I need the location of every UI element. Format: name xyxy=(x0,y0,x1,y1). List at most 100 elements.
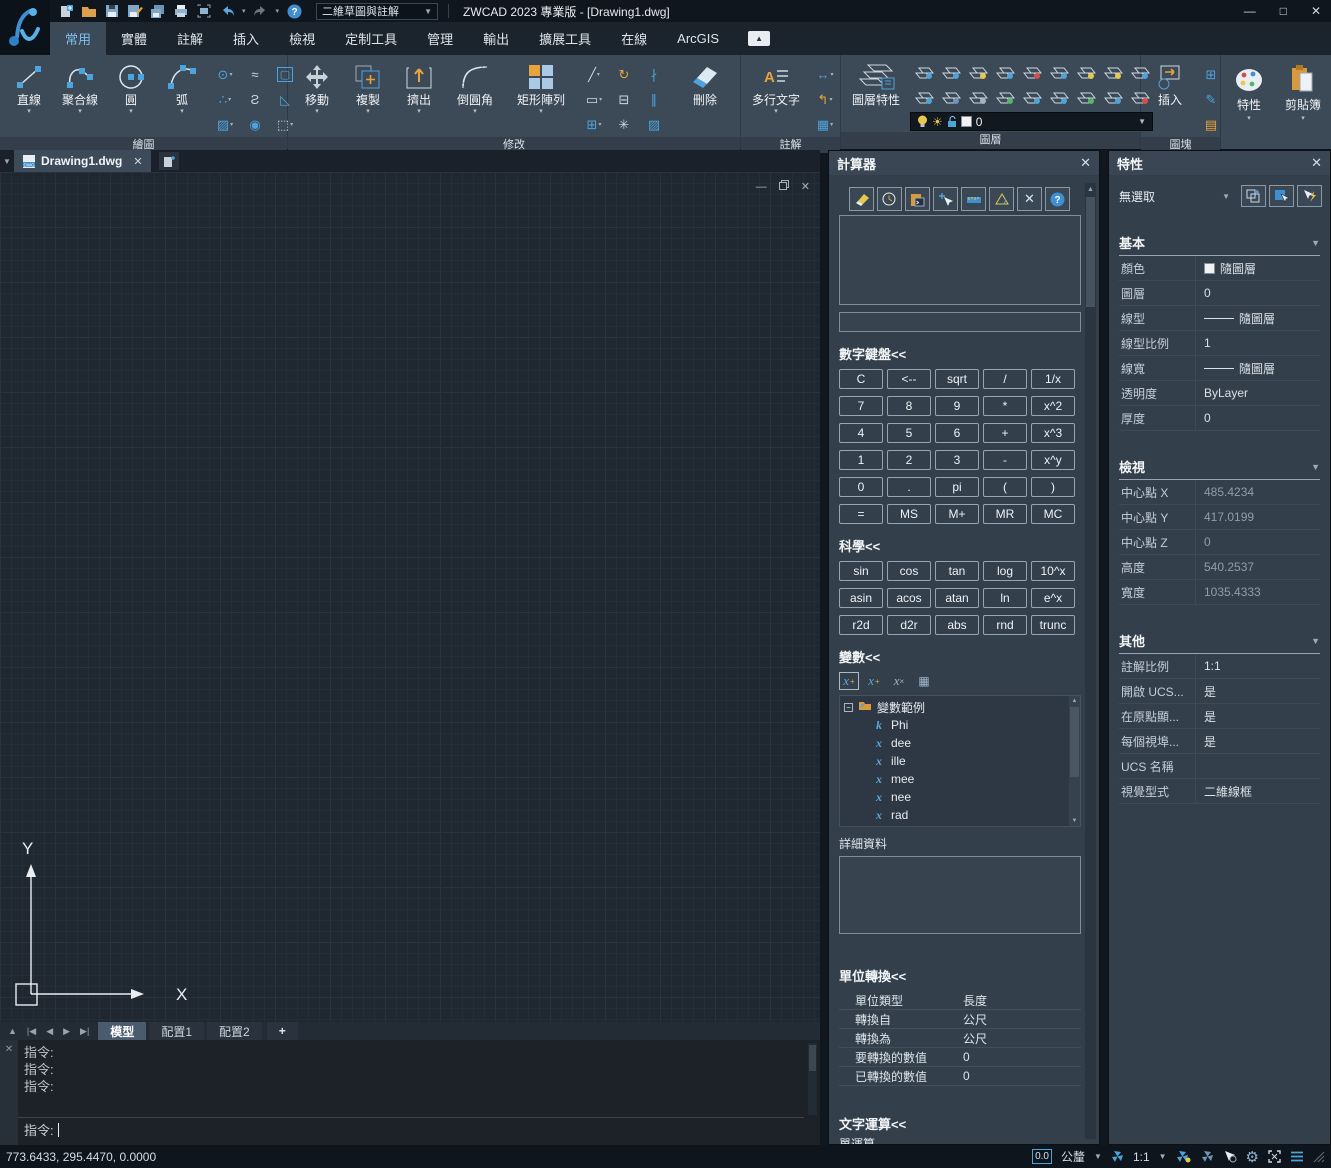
save-button[interactable] xyxy=(104,3,120,19)
ribbon-tab-2[interactable]: 實體 xyxy=(106,22,162,55)
calc-key-M+[interactable]: M+ xyxy=(935,504,979,524)
window-close-button[interactable]: ✕ xyxy=(1311,4,1321,18)
mtext-button[interactable]: A 多行文字▾ xyxy=(747,60,805,116)
calc-help-icon[interactable]: ? xyxy=(1045,187,1070,211)
doc-close-button[interactable]: ✕ xyxy=(801,180,810,193)
calc-key-8[interactable]: 8 xyxy=(887,396,931,416)
ribbon-tab-8[interactable]: 輸出 xyxy=(468,22,524,55)
window-maximize-button[interactable]: □ xyxy=(1280,4,1287,18)
ribbon-tab-3[interactable]: 註解 xyxy=(162,22,218,55)
ribbon-tab-5[interactable]: 檢視 xyxy=(274,22,330,55)
calc-key-sqrt[interactable]: sqrt xyxy=(935,369,979,389)
command-scrollbar[interactable] xyxy=(808,1043,817,1115)
ribbon-tab-11[interactable]: ArcGIS xyxy=(662,22,734,55)
calc-key-x^2[interactable]: x^2 xyxy=(1031,396,1075,416)
property-value[interactable] xyxy=(1195,754,1320,778)
status-menu-icon[interactable] xyxy=(1290,1151,1304,1162)
calc-key-)[interactable]: ) xyxy=(1031,477,1075,497)
layer-tool-icon-7[interactable] xyxy=(1072,60,1099,85)
property-value[interactable]: 是 xyxy=(1195,679,1320,703)
calc-key-.[interactable]: . xyxy=(887,477,931,497)
property-value[interactable]: 0 xyxy=(1195,530,1320,554)
delete-variable-icon[interactable]: x× xyxy=(889,672,909,690)
ribbon-tab-1[interactable]: 常用 xyxy=(50,22,106,55)
layer-tool-icon-11[interactable] xyxy=(937,85,964,110)
property-value[interactable]: 隨圖層 xyxy=(1195,306,1320,330)
properties-palette-button[interactable]: 特性 ▾ xyxy=(1227,60,1271,123)
property-value[interactable]: 是 xyxy=(1195,729,1320,753)
next-layout-icon[interactable]: ▶ xyxy=(59,1026,74,1037)
circle-button[interactable]: 圓▾ xyxy=(108,60,154,116)
trim-icon[interactable]: ╱▾ xyxy=(579,62,609,87)
units-dropdown-icon[interactable]: ▼ xyxy=(1094,1152,1102,1161)
unit-conversion-row[interactable]: 轉換自公尺 xyxy=(839,1010,1081,1029)
variables-tree-scrollbar[interactable]: ▲▼ xyxy=(1069,696,1080,826)
close-properties-icon[interactable]: ✕ xyxy=(1311,155,1322,171)
layer-tool-icon-15[interactable] xyxy=(1045,85,1072,110)
redo-button[interactable] xyxy=(253,3,269,19)
layer-tool-icon-1[interactable] xyxy=(910,60,937,85)
selection-filter-select[interactable]: 無選取 ▼ xyxy=(1119,188,1238,205)
line-button[interactable]: 直線▾ xyxy=(6,60,52,116)
calc-key-3[interactable]: 3 xyxy=(935,450,979,470)
property-value[interactable]: 540.2537 xyxy=(1195,555,1320,579)
layout-tab-1[interactable]: 模型 xyxy=(98,1022,146,1040)
calc-key-e^x[interactable]: e^x xyxy=(1031,588,1075,608)
layer-tool-icon-10[interactable] xyxy=(910,85,937,110)
calc-key-trunc[interactable]: trunc xyxy=(1031,615,1075,635)
variable-item[interactable]: xvee xyxy=(844,824,1066,827)
variable-item[interactable]: kPhi xyxy=(844,716,1066,734)
calc-key-6[interactable]: 6 xyxy=(935,423,979,443)
window-minimize-button[interactable]: — xyxy=(1244,4,1256,18)
rotate-icon[interactable]: ↻ xyxy=(609,62,639,87)
ribbon-tab-10[interactable]: 在線 xyxy=(606,22,662,55)
undo-dropdown[interactable]: ▾ xyxy=(242,7,246,15)
eraser-icon[interactable] xyxy=(849,187,874,211)
resize-grip[interactable] xyxy=(1313,1151,1325,1163)
quick-select-icon[interactable] xyxy=(1241,185,1266,207)
donut-icon[interactable]: ◉ xyxy=(240,112,270,137)
layer-tool-icon-12[interactable] xyxy=(964,85,991,110)
first-layout-icon[interactable]: |◀ xyxy=(23,1026,40,1037)
variable-item[interactable]: xmee xyxy=(844,770,1066,788)
precision-badge[interactable]: 0.0 xyxy=(1032,1149,1052,1164)
unit-conversion-row[interactable]: 單位類型長度 xyxy=(839,991,1081,1010)
calc-key-x^y[interactable]: x^y xyxy=(1031,450,1075,470)
calc-key-tan[interactable]: tan xyxy=(935,561,979,581)
point-icon[interactable]: ∴▾ xyxy=(210,87,240,112)
prev-layout-icon[interactable]: ◀ xyxy=(42,1026,57,1037)
fullscreen-icon[interactable] xyxy=(1268,1150,1281,1163)
layer-properties-button[interactable]: 圖層特性 xyxy=(847,60,905,107)
property-value[interactable]: 0 xyxy=(1195,406,1320,430)
new-file-button[interactable] xyxy=(58,3,74,19)
layer-tool-icon-6[interactable] xyxy=(1045,60,1072,85)
calc-key-d2r[interactable]: d2r xyxy=(887,615,931,635)
arc-button[interactable]: 弧▾ xyxy=(159,60,205,116)
property-value[interactable]: 1035.4333 xyxy=(1195,580,1320,604)
save-as-button[interactable] xyxy=(127,3,143,19)
leader-icon[interactable]: ↰▾ xyxy=(810,87,840,112)
calc-key-10^x[interactable]: 10^x xyxy=(1031,561,1075,581)
variables-tree[interactable]: −變數範例kPhixdeexillexmeexneexradxvee ▲▼ xyxy=(839,695,1081,827)
layer-tool-icon-13[interactable] xyxy=(991,85,1018,110)
property-value[interactable]: 0 xyxy=(1195,281,1320,305)
layout-tab-3[interactable]: 配置2 xyxy=(207,1022,262,1040)
scale-dropdown-icon[interactable]: ▼ xyxy=(1159,1152,1167,1161)
calc-key-4[interactable]: 4 xyxy=(839,423,883,443)
calculator-titlebar[interactable]: 計算器 ✕ xyxy=(829,151,1099,175)
calc-key-MR[interactable]: MR xyxy=(983,504,1027,524)
variable-item[interactable]: xrad xyxy=(844,806,1066,824)
layer-tool-icon-16[interactable] xyxy=(1072,85,1099,110)
settings-gear-icon[interactable]: ⚙ xyxy=(1246,1148,1259,1166)
ribbon-tab-7[interactable]: 管理 xyxy=(412,22,468,55)
section-header-3[interactable]: 其他▼ xyxy=(1119,631,1320,654)
properties-titlebar[interactable]: 特性 ✕ xyxy=(1109,151,1330,175)
insert-block-button[interactable]: 插入 xyxy=(1147,60,1193,107)
calc-key-*[interactable]: * xyxy=(983,396,1027,416)
fillet-button[interactable]: 倒圓角▾ xyxy=(447,60,503,116)
measure-distance-icon[interactable] xyxy=(961,187,986,211)
layout-menu-icon[interactable]: ▲ xyxy=(4,1026,21,1036)
measure-angle-icon[interactable] xyxy=(989,187,1014,211)
calculator-input[interactable] xyxy=(839,312,1081,332)
calc-key-([interactable]: ( xyxy=(983,477,1027,497)
